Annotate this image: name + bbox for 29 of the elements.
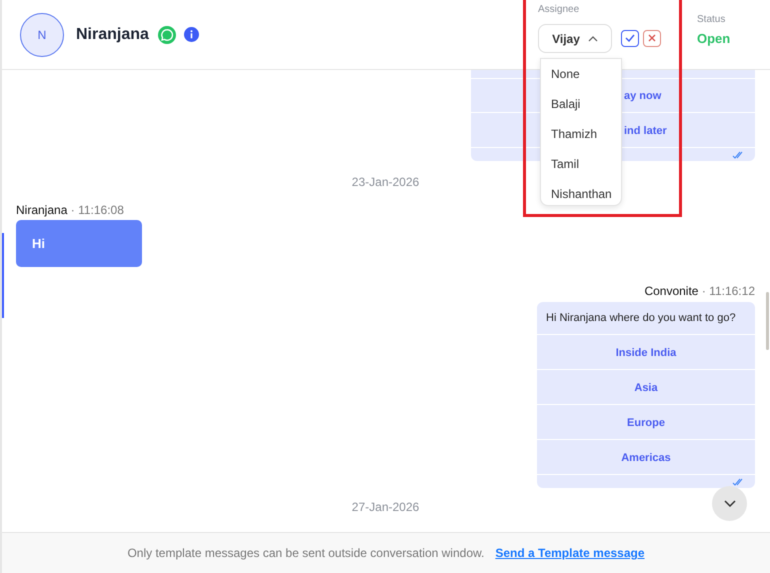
close-icon (648, 34, 656, 42)
assignee-option[interactable]: None (541, 59, 621, 89)
confirm-button[interactable] (621, 30, 639, 46)
chevron-down-icon (724, 500, 736, 507)
template-link[interactable]: Send a Template message (495, 546, 645, 560)
whatsapp-icon (158, 26, 176, 44)
assignee-option[interactable]: Tamil (541, 149, 621, 179)
status-value: Open (697, 31, 730, 46)
assignee-option[interactable]: Thamizh (541, 119, 621, 149)
assignee-option[interactable]: Nishanthan (541, 179, 621, 205)
assignee-label: Assignee (538, 4, 580, 15)
message-bubble: Hi (16, 220, 142, 267)
scroll-down-button[interactable] (712, 486, 747, 521)
scrollbar[interactable] (766, 292, 769, 350)
assignee-option[interactable]: Balaji (541, 89, 621, 119)
message-meta: Niranjana · 11:16:08 (16, 203, 124, 217)
message-text: Hi Niranjana where do you want to go? (537, 302, 755, 335)
chevron-icon (588, 36, 598, 42)
date-divider: 23-Jan-2026 (352, 175, 420, 189)
avatar: N (20, 12, 64, 56)
assignee-select[interactable]: Vijay (538, 24, 612, 53)
info-icon[interactable] (184, 27, 199, 42)
contact-name: Niranjana (76, 26, 149, 44)
status-label: Status (697, 14, 726, 25)
check-icon (625, 34, 635, 42)
message-meta: Convonite · 11:16:12 (644, 284, 755, 298)
notice-text: Only template messages can be sent outside conversation window. (127, 546, 484, 560)
date-divider: 27-Jan-2026 (352, 500, 420, 514)
cancel-button[interactable] (643, 30, 661, 46)
